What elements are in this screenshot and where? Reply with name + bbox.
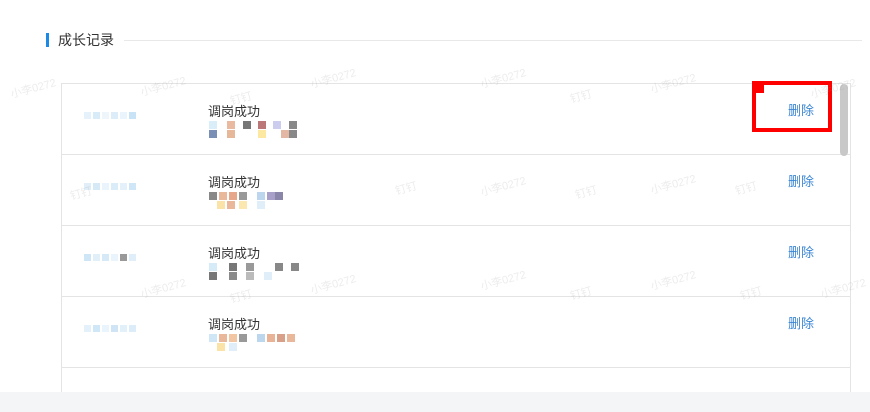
record-row: 调岗成功 删除 <box>62 226 850 297</box>
growth-record-list: 调岗成功 删除 调岗成功 删除 调岗成功 删除 调岗成功 删除 <box>61 83 851 393</box>
redacted-detail <box>209 263 309 281</box>
record-title: 调岗成功 <box>208 317 261 332</box>
highlight-annotation-box <box>752 81 832 132</box>
section-header: 成长记录 <box>46 30 862 50</box>
record-row: 调岗成功 删除 <box>62 297 850 368</box>
record-row: 调岗成功 删除 <box>62 155 850 226</box>
section-divider <box>124 39 862 41</box>
section-title: 成长记录 <box>58 32 114 48</box>
redacted-date <box>84 325 136 337</box>
redacted-detail <box>209 192 309 210</box>
redacted-detail <box>209 334 309 352</box>
record-row <box>62 368 850 393</box>
delete-button[interactable]: 删除 <box>788 242 814 261</box>
record-title: 调岗成功 <box>208 246 261 261</box>
redacted-date <box>84 183 136 195</box>
list-scrollbar-thumb[interactable] <box>840 84 848 156</box>
redacted-detail <box>209 121 309 139</box>
redacted-date <box>84 112 136 124</box>
highlight-corner-mark <box>756 85 764 93</box>
page-background: 成长记录 调岗成功 删除 调岗成功 删除 调岗成功 删除 调岗成功 删除 小李0… <box>0 0 870 393</box>
record-title: 调岗成功 <box>208 104 261 119</box>
record-title: 调岗成功 <box>208 175 261 190</box>
watermark-text: 小李0272 <box>9 77 58 101</box>
record-row: 调岗成功 删除 <box>62 84 850 155</box>
redacted-date <box>84 254 136 266</box>
delete-button[interactable]: 删除 <box>788 313 814 332</box>
delete-button[interactable]: 删除 <box>788 171 814 190</box>
page-footer-strip <box>0 392 870 412</box>
section-accent-bar <box>46 33 49 47</box>
